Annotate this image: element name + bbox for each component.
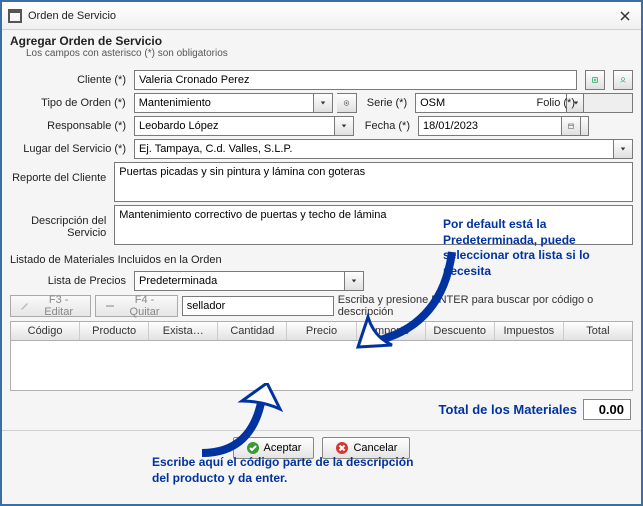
col-descuento: Descuento [426, 322, 495, 340]
reporte-textarea[interactable] [114, 162, 633, 202]
window-title: Orden de Servicio [28, 10, 615, 22]
tipo-combo[interactable] [134, 93, 334, 113]
accept-button[interactable]: Aceptar [233, 437, 315, 459]
cancel-button[interactable]: Cancelar [322, 437, 410, 459]
responsable-combo[interactable] [134, 116, 354, 136]
dialog-buttons: Aceptar Cancelar [2, 430, 641, 467]
label-tipo: Tipo de Orden (*) [10, 97, 130, 109]
label-cliente: Cliente (*) [10, 74, 130, 86]
search-hint: Escriba y presione ENTER para buscar por… [338, 294, 633, 318]
edit-button-label: F3 - Editar [35, 294, 82, 318]
totals-row: Total de los Materiales 0.00 [2, 393, 641, 426]
fecha-calendar-button[interactable] [561, 116, 581, 136]
col-exista: Exista… [149, 322, 218, 340]
label-lugar: Lugar del Servicio (*) [10, 143, 130, 155]
lista-precios-combo[interactable] [134, 271, 364, 291]
label-descripcion: Descripción del Servicio [10, 205, 110, 239]
cancel-icon [335, 441, 349, 455]
lugar-combo[interactable] [134, 139, 633, 159]
col-impuestos: Impuestos [495, 322, 564, 340]
totals-value: 0.00 [583, 399, 631, 420]
app-logo-icon [8, 9, 22, 23]
close-button[interactable] [615, 6, 635, 26]
form-title: Agregar Orden de Servicio [2, 30, 641, 48]
materials-grid[interactable]: Código Producto Exista… Cantidad Precio … [10, 321, 633, 391]
required-hint: Los campos con asterisco (*) son obligat… [2, 48, 641, 65]
totals-label: Total de los Materiales [439, 402, 577, 417]
label-serie: Serie (*) [361, 97, 411, 109]
lugar-dropdown-button[interactable] [613, 139, 633, 159]
col-total: Total [564, 322, 632, 340]
titlebar: Orden de Servicio [2, 2, 641, 30]
search-input[interactable] [182, 296, 334, 316]
col-precio: Precio [287, 322, 356, 340]
cliente-lookup-button[interactable] [585, 70, 605, 90]
label-lista-precios: Lista de Precios [10, 275, 130, 287]
remove-icon [104, 300, 116, 312]
label-reporte: Reporte del Cliente [10, 162, 110, 184]
lugar-input[interactable] [134, 139, 613, 159]
accept-label: Aceptar [264, 442, 302, 454]
materials-section-label: Listado de Materiales Incluidos en la Or… [10, 248, 633, 268]
tipo-config-button[interactable] [337, 93, 357, 113]
descripcion-textarea[interactable] [114, 205, 633, 245]
responsable-dropdown-button[interactable] [334, 116, 354, 136]
cliente-add-button[interactable] [613, 70, 633, 90]
fecha-input[interactable] [418, 116, 569, 136]
remove-button-label: F4 - Quitar [120, 294, 168, 318]
col-importe: Importe [357, 322, 426, 340]
cliente-input[interactable] [134, 70, 577, 90]
edit-icon [19, 300, 31, 312]
folio-input [583, 93, 633, 113]
form-area: Cliente (*) Tipo de Orden (*) Serie (*) [2, 65, 641, 393]
lista-precios-dropdown-button[interactable] [344, 271, 364, 291]
label-folio: Folio (*) [529, 97, 579, 109]
fecha-combo[interactable] [418, 116, 558, 136]
col-producto: Producto [80, 322, 149, 340]
col-cantidad: Cantidad [218, 322, 287, 340]
tipo-dropdown-button[interactable] [313, 93, 333, 113]
tipo-input[interactable] [134, 93, 314, 113]
service-order-window: Orden de Servicio Agregar Orden de Servi… [0, 0, 643, 506]
col-codigo: Código [11, 322, 80, 340]
edit-button[interactable]: F3 - Editar [10, 295, 91, 317]
label-fecha: Fecha (*) [358, 120, 414, 132]
label-responsable: Responsable (*) [10, 120, 130, 132]
cancel-label: Cancelar [353, 442, 397, 454]
accept-icon [246, 441, 260, 455]
remove-button[interactable]: F4 - Quitar [95, 295, 177, 317]
grid-header: Código Producto Exista… Cantidad Precio … [11, 322, 632, 341]
serie-combo[interactable] [415, 93, 525, 113]
lista-precios-input[interactable] [134, 271, 344, 291]
responsable-input[interactable] [134, 116, 334, 136]
